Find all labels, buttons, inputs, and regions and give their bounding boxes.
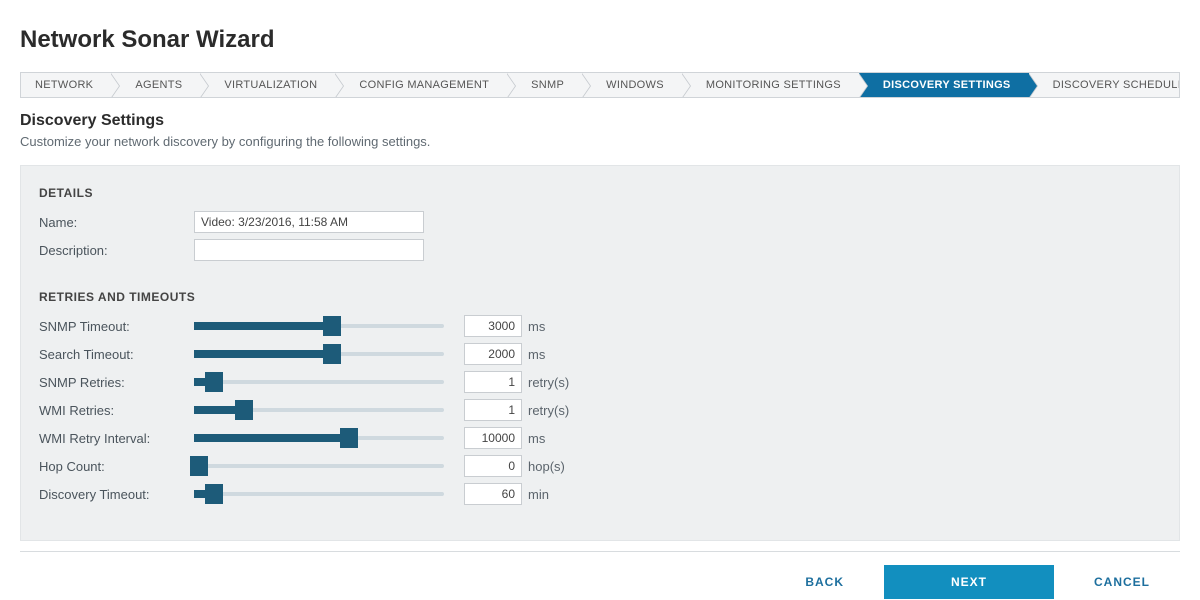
- retry-unit: ms: [528, 319, 545, 334]
- retry-label: WMI Retries:: [39, 403, 194, 418]
- retry-unit: retry(s): [528, 403, 569, 418]
- wizard-step-virtualization[interactable]: VIRTUALIZATION: [200, 73, 335, 97]
- cancel-button[interactable]: CANCEL: [1094, 565, 1150, 599]
- retry-value-input[interactable]: [464, 399, 522, 421]
- retry-row: Discovery Timeout: min: [39, 482, 1161, 506]
- wizard-step-discovery-scheduling[interactable]: DISCOVERY SCHEDULING: [1029, 73, 1180, 97]
- details-header: DETAILS: [39, 186, 1161, 200]
- retry-label: Hop Count:: [39, 459, 194, 474]
- wizard-step-snmp[interactable]: SNMP: [507, 73, 582, 97]
- retry-value-input[interactable]: [464, 427, 522, 449]
- retry-value-input[interactable]: [464, 315, 522, 337]
- retry-slider[interactable]: [194, 458, 444, 474]
- retry-label: WMI Retry Interval:: [39, 431, 194, 446]
- retry-label: SNMP Retries:: [39, 375, 194, 390]
- description-input[interactable]: [194, 239, 424, 261]
- retry-label: Search Timeout:: [39, 347, 194, 362]
- retry-unit: retry(s): [528, 375, 569, 390]
- retry-slider[interactable]: [194, 346, 444, 362]
- wizard-steps: NETWORKAGENTSVIRTUALIZATIONCONFIG MANAGE…: [20, 72, 1180, 98]
- section-title: Discovery Settings: [20, 112, 1180, 130]
- name-input[interactable]: [194, 211, 424, 233]
- retry-row: Search Timeout: ms: [39, 342, 1161, 366]
- retry-label: SNMP Timeout:: [39, 319, 194, 334]
- retry-row: Hop Count: hop(s): [39, 454, 1161, 478]
- wizard-step-agents[interactable]: AGENTS: [111, 73, 200, 97]
- retry-unit: ms: [528, 347, 545, 362]
- retry-value-input[interactable]: [464, 455, 522, 477]
- wizard-step-windows[interactable]: WINDOWS: [582, 73, 682, 97]
- retry-row: WMI Retry Interval: ms: [39, 426, 1161, 450]
- next-button[interactable]: NEXT: [884, 565, 1054, 599]
- retry-label: Discovery Timeout:: [39, 487, 194, 502]
- wizard-step-network[interactable]: NETWORK: [21, 73, 111, 97]
- wizard-step-discovery-settings[interactable]: DISCOVERY SETTINGS: [859, 73, 1029, 97]
- description-label: Description:: [39, 243, 194, 258]
- retry-row: SNMP Timeout: ms: [39, 314, 1161, 338]
- retries-header: RETRIES AND TIMEOUTS: [39, 290, 1161, 304]
- retry-slider[interactable]: [194, 402, 444, 418]
- retry-row: WMI Retries: retry(s): [39, 398, 1161, 422]
- retry-value-input[interactable]: [464, 371, 522, 393]
- retry-value-input[interactable]: [464, 343, 522, 365]
- section-subtitle: Customize your network discovery by conf…: [20, 134, 1180, 149]
- retry-unit: min: [528, 487, 549, 502]
- retry-unit: hop(s): [528, 459, 565, 474]
- retry-unit: ms: [528, 431, 545, 446]
- retry-slider[interactable]: [194, 486, 444, 502]
- back-button[interactable]: BACK: [805, 565, 844, 599]
- footer-actions: BACK NEXT CANCEL: [20, 551, 1180, 599]
- retry-slider[interactable]: [194, 374, 444, 390]
- retry-slider[interactable]: [194, 430, 444, 446]
- retry-slider[interactable]: [194, 318, 444, 334]
- settings-panel: DETAILS Name: Description: RETRIES AND T…: [20, 165, 1180, 541]
- wizard-step-monitoring-settings[interactable]: MONITORING SETTINGS: [682, 73, 859, 97]
- retry-value-input[interactable]: [464, 483, 522, 505]
- retry-row: SNMP Retries: retry(s): [39, 370, 1161, 394]
- name-label: Name:: [39, 215, 194, 230]
- page-title: Network Sonar Wizard: [20, 26, 1180, 54]
- wizard-step-config-management[interactable]: CONFIG MANAGEMENT: [335, 73, 507, 97]
